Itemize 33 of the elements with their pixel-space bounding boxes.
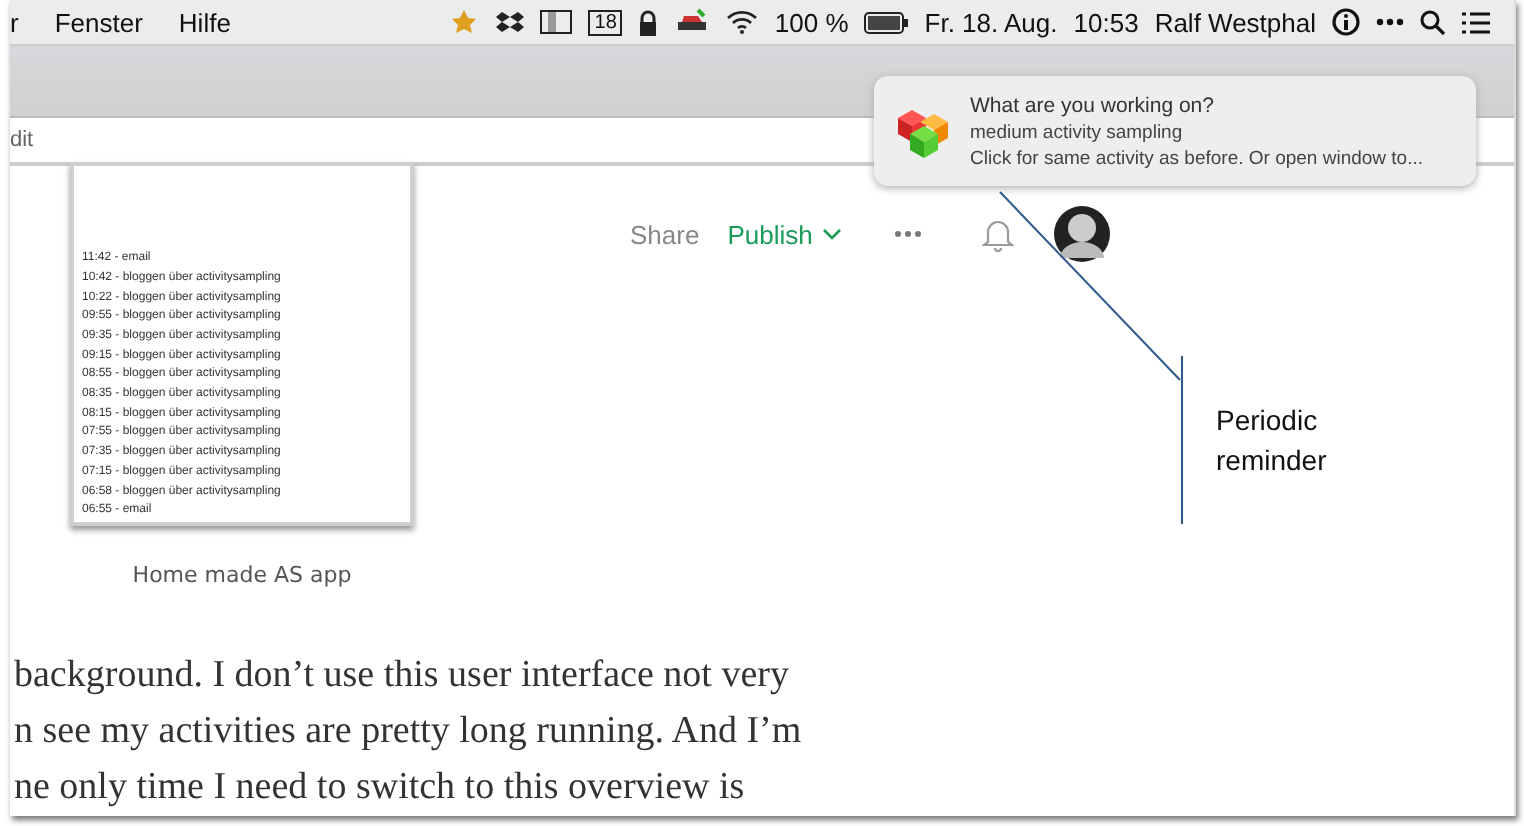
wifi-icon[interactable] [726,10,759,34]
battery-percent: 100 % [774,7,849,37]
calendar-icon[interactable]: 18 [588,9,623,35]
menu-item[interactable]: Fenster [54,7,143,37]
clock-time[interactable]: 10:53 [1073,7,1139,37]
image-caption: Home made AS app [132,562,352,588]
lock-icon[interactable] [638,9,659,35]
article-text: n see my activities are pretty long running. And I’m [14,708,804,756]
menu-item[interactable]: Hilfe [178,7,231,37]
date-text: Fr. 18. Aug. [924,7,1058,37]
article-text: background. I don’t use this user interface not very [14,652,791,700]
box-icon[interactable] [496,9,525,35]
search-icon[interactable] [1420,9,1446,35]
bell-icon[interactable] [982,216,1015,252]
more-icon[interactable] [1376,18,1404,26]
battery-icon[interactable] [864,11,909,33]
annotation-text: Periodic reminder [1216,402,1329,480]
user-name[interactable]: Ralf Westphal [1154,7,1316,37]
notification-body: Click for same activity as before. Or open window to... [970,147,1424,169]
info-icon[interactable] [1332,8,1360,36]
menu-icon[interactable] [1462,11,1490,33]
notification[interactable]: What are you working on? medium activity sampling Click for same activity as before. Or open window to... [874,76,1476,186]
notification-title: What are you working on? [970,93,1216,117]
share-link[interactable]: Share [630,219,700,249]
article-text: ne only time I need to switch to this overview is [14,764,747,812]
publish-button[interactable]: Publish [727,219,843,249]
menu-item[interactable]: r [10,7,19,37]
cubes-icon [894,105,950,157]
notification-subtitle: medium activity sampling [970,121,1185,143]
avatar[interactable] [1054,206,1111,262]
columns-icon[interactable] [540,10,573,34]
star-icon[interactable] [448,8,481,36]
chevron-icon [822,228,843,240]
